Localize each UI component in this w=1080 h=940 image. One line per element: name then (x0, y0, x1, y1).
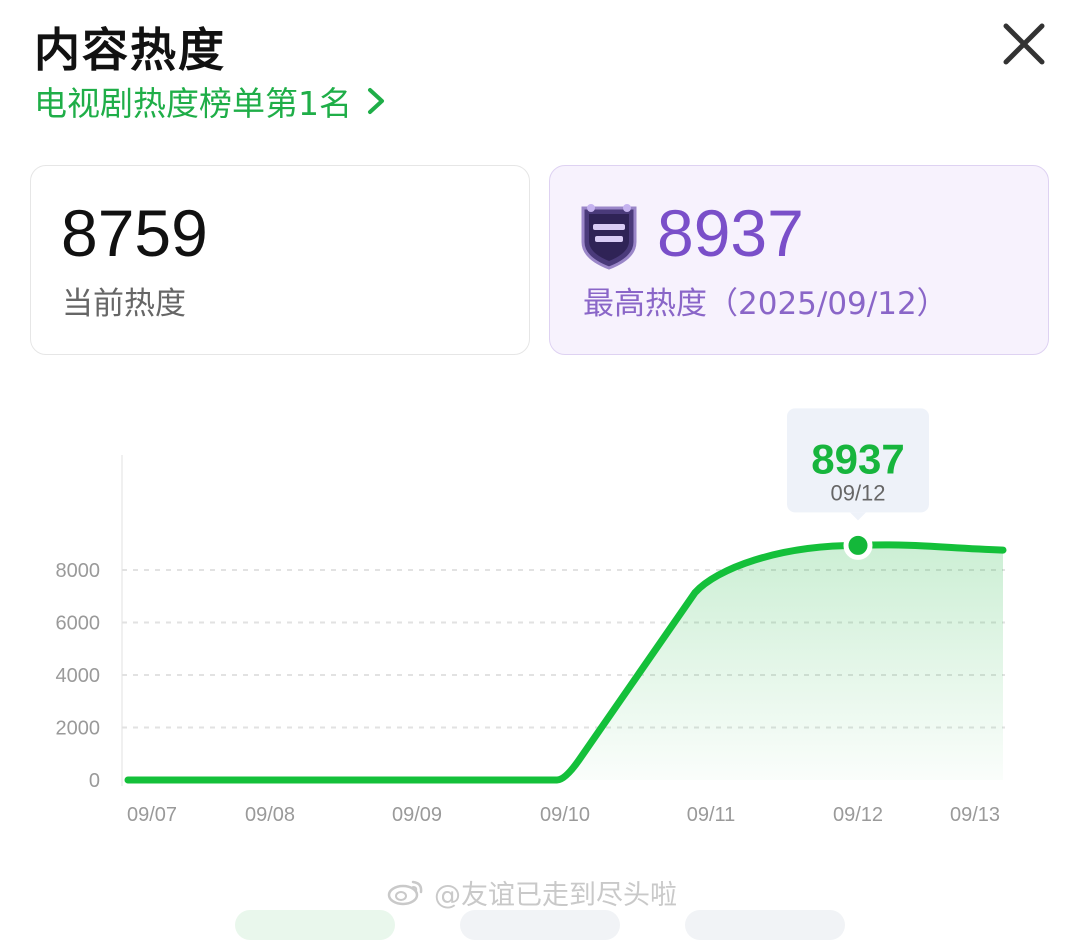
bottom-pill[interactable] (460, 910, 620, 940)
rank-link[interactable]: 电视剧热度榜单第1名 (34, 78, 386, 124)
bottom-pill[interactable] (235, 910, 395, 940)
watermark-text: @友谊已走到尽头啦 (434, 879, 677, 911)
y-tick-label: 2000 (56, 718, 101, 740)
tooltip-date: 09/12 (830, 480, 885, 505)
close-icon (1003, 23, 1045, 65)
bottom-pill[interactable] (685, 910, 845, 940)
heat-area (128, 544, 1003, 780)
peak-tooltip: 8937 09/12 (787, 408, 929, 521)
y-tick-label: 4000 (56, 665, 101, 687)
rank-link-label: 电视剧热度榜单第1名 (34, 84, 352, 123)
x-tick-label: 09/08 (245, 804, 295, 826)
weibo-icon (387, 880, 423, 906)
x-tick-label: 09/09 (392, 804, 442, 826)
x-tick-label: 09/13 (950, 804, 1000, 826)
peak-heat-value: 8937 (657, 196, 804, 270)
heat-trend-chart: 0 2000 4000 6000 8000 09/07 09/08 09/09 09/10 09… (56, 408, 1007, 826)
shield-badge-icon (581, 204, 637, 270)
chevron-right-icon (368, 88, 384, 114)
tooltip-value: 8937 (811, 435, 904, 482)
peak-heat-card: 8937 最高热度（2025/09/12） (549, 165, 1049, 355)
y-tick-label: 6000 (56, 613, 101, 635)
peak-point[interactable] (843, 530, 873, 560)
y-tick-label: 0 (89, 770, 100, 792)
x-tick-label: 09/11 (687, 804, 736, 826)
current-heat-value: 8759 (61, 196, 208, 270)
x-tick-label: 09/10 (540, 804, 590, 826)
current-heat-label: 当前热度 (62, 286, 186, 322)
watermark: @友谊已走到尽头啦 (386, 872, 677, 912)
page-title: 内容热度 (34, 23, 226, 77)
close-button[interactable] (998, 18, 1050, 70)
x-tick-label: 09/12 (833, 804, 883, 826)
y-tick-label: 8000 (56, 560, 101, 582)
current-heat-card: 8759 当前热度 (30, 165, 530, 355)
peak-heat-label: 最高热度（2025/09/12） (583, 286, 948, 322)
x-tick-label: 09/07 (127, 804, 177, 826)
